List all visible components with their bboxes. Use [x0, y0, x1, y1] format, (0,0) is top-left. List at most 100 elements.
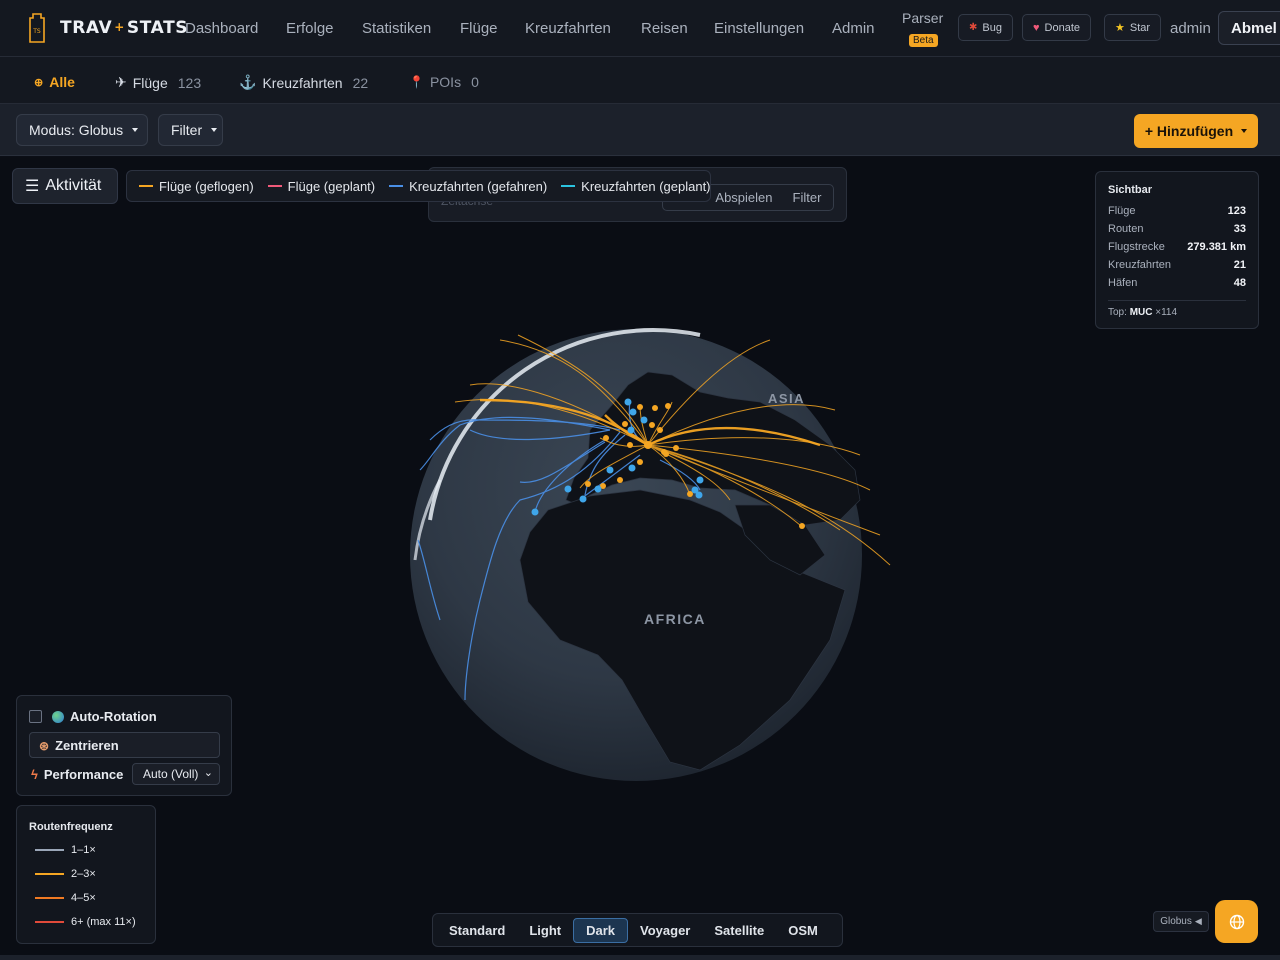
brand-title[interactable]: TRAV + STATS [60, 18, 188, 38]
map-toolbar: Modus: Globus Filter + Hinzufügen [0, 104, 1280, 156]
logo-icon[interactable]: TS [27, 13, 47, 43]
tab-alle[interactable]: ⊕ Alle [34, 74, 75, 90]
menu-icon: ☰ [25, 178, 40, 195]
bottom-scrollbar[interactable] [0, 955, 1280, 960]
donate-label: Donate [1044, 21, 1081, 34]
style-dark[interactable]: Dark [573, 917, 629, 943]
nav-erfolge[interactable]: Erfolge [286, 20, 334, 37]
mode-label: Modus: Globus [29, 122, 124, 138]
tab-fluege[interactable]: ✈ Flüge 123 [115, 74, 201, 91]
legend-item-cruises-sailed[interactable]: Kreuzfahrten (gefahren) [389, 179, 547, 194]
tab-label: Flüge [132, 74, 168, 91]
star-button[interactable]: ★ Star [1104, 14, 1162, 41]
filter-dropdown[interactable]: Filter [158, 114, 223, 146]
globus-toggle-chip[interactable]: Globus ◀ [1153, 911, 1209, 932]
style-osm[interactable]: OSM [776, 919, 830, 942]
style-voyager[interactable]: Voyager [628, 919, 702, 942]
compass-icon: ⊛ [39, 738, 50, 753]
legend-label: Kreuzfahrten (gefahren) [409, 178, 548, 194]
nav-parser[interactable]: Parser [902, 10, 943, 26]
legend-swatch [561, 185, 576, 187]
style-satellite[interactable]: Satellite [702, 919, 776, 942]
logout-button[interactable]: Abmel [1218, 11, 1280, 45]
route-frequency-legend: Routenfrequenz 1–1× 2–3× 4–5× 6+ (max 11… [16, 805, 156, 944]
auto-rotation-label[interactable]: Auto-Rotation [52, 709, 157, 724]
bug-icon: ✱ [969, 22, 978, 33]
add-button[interactable]: + Hinzufügen [1134, 114, 1258, 148]
globe-canvas[interactable]: ASIA AFRICA [0, 157, 1280, 955]
tab-kreuzfahrten[interactable]: ⚓ Kreuzfahrten 22 [239, 74, 368, 91]
auto-rotation-checkbox[interactable] [29, 710, 42, 723]
add-label: + Hinzufügen [1144, 123, 1234, 139]
tab-label: POIs [429, 74, 462, 90]
lightning-icon: ϟ [31, 767, 38, 782]
activity-button[interactable]: ☰ Aktivität [12, 168, 118, 204]
timeline-filter-button[interactable]: Filter [783, 190, 832, 205]
donate-button[interactable]: ♥ Donate [1022, 14, 1092, 41]
tab-count: 22 [352, 74, 369, 91]
legend-label: Flüge (geflogen) [159, 178, 254, 194]
star-icon: ★ [1115, 22, 1125, 34]
legend-label: Kreuzfahrten (geplant) [581, 178, 711, 194]
globe-controls-panel: Auto-Rotation ⊛ Zentrieren ϟ Performance A… [16, 695, 232, 796]
performance-select[interactable]: Auto (Voll) ⌄ [132, 763, 220, 785]
bug-button[interactable]: ✱ Bug [958, 14, 1013, 41]
center-label: ⊛ Zentrieren [39, 738, 119, 753]
top-navbar: TS TRAV + STATS Dashboard Erfolge Statisti… [0, 0, 1280, 57]
beta-badge: Beta [909, 34, 938, 47]
nav-reisen[interactable]: Reisen [641, 20, 688, 37]
timeline-play-button[interactable]: Abspielen [705, 190, 782, 205]
tab-pois[interactable]: 📍 POIs 0 [409, 74, 479, 90]
nav-kreuzfahrten[interactable]: Kreuzfahrten [525, 20, 611, 37]
nav-statistiken[interactable]: Statistiken [362, 20, 431, 37]
divider [1108, 300, 1246, 301]
caret-left-icon: ◀ [1194, 916, 1202, 926]
legend-item-cruises-planned[interactable]: Kreuzfahrten (geplant) [561, 178, 711, 194]
heart-icon: ♥ [1033, 21, 1040, 34]
visible-stats-panel: Sichtbar Flüge 123 Routen 33 Flugstrecke 27… [1095, 171, 1259, 329]
stats-row: Flüge 123 [1108, 205, 1246, 217]
frequency-row: 4–5× [35, 892, 96, 904]
pin-icon: 📍 [409, 75, 424, 89]
earth-icon [52, 710, 64, 723]
frequency-title: Routenfrequenz [29, 821, 113, 833]
frequency-row: 2–3× [35, 868, 96, 880]
continent-label-asia: ASIA [768, 391, 805, 406]
route-legend: Flüge (geflogen) Flüge (geplant) Kreuzfa… [126, 170, 711, 202]
stats-row: Flugstrecke 279.381 km [1108, 241, 1246, 253]
continent-label-africa: AFRICA [644, 611, 706, 627]
caret-down-icon [132, 128, 139, 132]
globe-view-button[interactable] [1215, 900, 1258, 943]
user-name[interactable]: admin [1170, 20, 1211, 37]
anchor-icon: ⚓ [239, 74, 257, 90]
bug-label: Bug [982, 21, 1002, 34]
star-label: Star [1129, 21, 1151, 34]
frequency-row: 6+ (max 11×) [35, 916, 136, 928]
legend-swatch [389, 185, 404, 187]
style-light[interactable]: Light [517, 919, 573, 942]
nav-fluege[interactable]: Flüge [460, 20, 498, 37]
globe-map[interactable]: ASIA AFRICA Abspielen Filter ☰ Aktivität… [0, 157, 1280, 955]
performance-label: ϟ Performance [31, 767, 124, 782]
nav-einstellungen[interactable]: Einstellungen [714, 20, 804, 37]
stats-row: Häfen 48 [1108, 277, 1246, 289]
tab-count: 0 [471, 74, 479, 90]
top-airport: Top: MUC ×114 [1108, 307, 1178, 318]
activity-label: Aktivität [45, 177, 102, 194]
plane-icon: ✈ [115, 74, 127, 90]
category-tabs: ⊕ Alle ✈ Flüge 123 ⚓ Kreuzfahrten 22 📍 POIs 0 [0, 57, 1280, 104]
legend-item-flights-planned[interactable]: Flüge (geplant) [267, 179, 375, 194]
tab-label: Kreuzfahrten [262, 74, 343, 91]
legend-item-flights-flown[interactable]: Flüge (geflogen) [139, 179, 254, 194]
stats-title: Sichtbar [1108, 184, 1153, 196]
stats-row: Kreuzfahrten 21 [1108, 259, 1246, 271]
mode-dropdown[interactable]: Modus: Globus [16, 114, 148, 146]
caret-down-icon [211, 128, 218, 132]
nav-admin[interactable]: Admin [832, 20, 875, 37]
style-standard[interactable]: Standard [437, 919, 517, 942]
globe-icon [1229, 914, 1244, 929]
caret-down-icon [1241, 129, 1248, 133]
nav-dashboard[interactable]: Dashboard [185, 20, 258, 37]
tab-label: Alle [49, 74, 75, 90]
tab-count: 123 [177, 74, 202, 91]
